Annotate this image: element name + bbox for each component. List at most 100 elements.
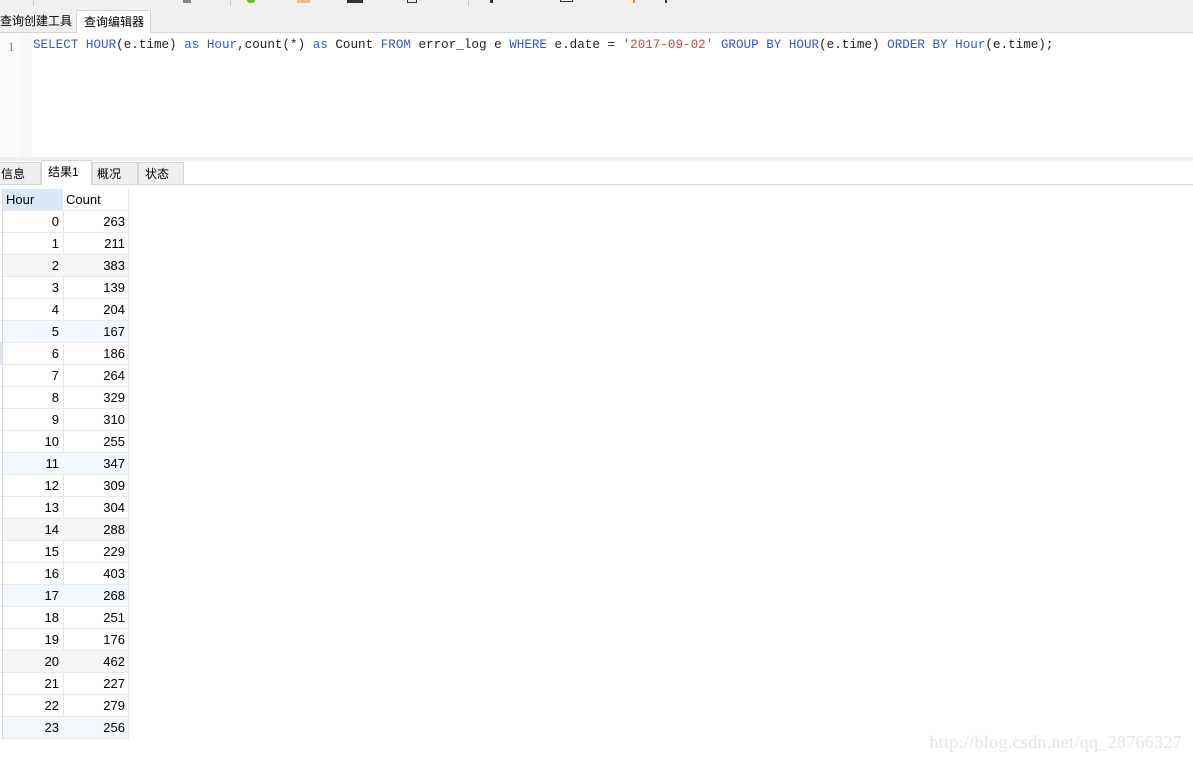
- cell-value: 227: [103, 676, 125, 691]
- cell-value: 23: [44, 720, 59, 735]
- cell-hour[interactable]: 0: [3, 211, 64, 233]
- cell-hour[interactable]: 10: [3, 431, 64, 453]
- toolbar: [0, 0, 1193, 8]
- cell-hour[interactable]: 13: [3, 497, 64, 519]
- cell-count[interactable]: 462: [63, 651, 129, 673]
- cell-count[interactable]: 211: [63, 233, 129, 255]
- cell-count[interactable]: 256: [63, 717, 129, 739]
- cell-hour[interactable]: 2: [3, 255, 64, 277]
- cell-hour[interactable]: 3: [3, 277, 64, 299]
- tab-profile[interactable]: 概况: [92, 162, 138, 184]
- sql-keyword: WHERE: [509, 38, 547, 52]
- column-header-count[interactable]: Count: [63, 189, 129, 211]
- cell-count[interactable]: 268: [63, 585, 129, 607]
- toolbar-separator: [33, 0, 34, 6]
- cell-hour[interactable]: 16: [3, 563, 64, 585]
- cell-value: 139: [103, 280, 125, 295]
- cell-value: 383: [103, 258, 125, 273]
- cell-count[interactable]: 329: [63, 387, 129, 409]
- cell-hour[interactable]: 18: [3, 607, 64, 629]
- sql-keyword: as: [184, 38, 200, 52]
- cell-count[interactable]: 264: [63, 365, 129, 387]
- toolbar-icon[interactable]: [665, 0, 667, 3]
- cell-hour[interactable]: 17: [3, 585, 64, 607]
- cell-hour[interactable]: 1: [3, 233, 64, 255]
- cell-value: 403: [103, 566, 125, 581]
- cell-value: 263: [103, 214, 125, 229]
- cell-hour[interactable]: 8: [3, 387, 64, 409]
- sql-keyword: HOUR: [85, 38, 117, 52]
- cell-count[interactable]: 186: [63, 343, 129, 365]
- tab-query-editor[interactable]: 查询编辑器: [76, 10, 151, 33]
- cell-count[interactable]: 279: [63, 695, 129, 717]
- cell-value: 329: [103, 390, 125, 405]
- cell-value: 462: [103, 654, 125, 669]
- cell-value: 279: [103, 698, 125, 713]
- cell-value: 6: [51, 346, 59, 361]
- cell-value: 18: [44, 610, 59, 625]
- cell-hour[interactable]: 14: [3, 519, 64, 541]
- cell-value: 15: [44, 544, 59, 559]
- tab-status[interactable]: 状态: [138, 162, 184, 184]
- toolbar-icon[interactable]: [490, 0, 493, 3]
- sql-keyword: FROM: [380, 38, 411, 52]
- cell-count[interactable]: 310: [63, 409, 129, 431]
- toolbar-icon[interactable]: [633, 0, 635, 3]
- cell-count[interactable]: 227: [63, 673, 129, 695]
- cell-count[interactable]: 167: [63, 321, 129, 343]
- cell-count[interactable]: 251: [63, 607, 129, 629]
- sql-keyword: Hour: [955, 38, 986, 52]
- cell-value: 1: [51, 236, 59, 251]
- sql-text: ,count(*): [237, 38, 313, 52]
- run-icon[interactable]: [247, 0, 255, 3]
- cell-count[interactable]: 139: [63, 277, 129, 299]
- cell-hour[interactable]: 11: [3, 453, 64, 475]
- cell-value: 268: [103, 588, 125, 603]
- cell-count[interactable]: 309: [63, 475, 129, 497]
- cell-hour[interactable]: 19: [3, 629, 64, 651]
- cell-hour[interactable]: 7: [3, 365, 64, 387]
- cell-count[interactable]: 204: [63, 299, 129, 321]
- cell-count[interactable]: 304: [63, 497, 129, 519]
- tab-info[interactable]: 信息: [0, 162, 41, 184]
- cell-count[interactable]: 263: [63, 211, 129, 233]
- tab-result-1[interactable]: 结果1: [41, 160, 92, 185]
- toolbar-icon[interactable]: [297, 0, 310, 3]
- column-header-hour[interactable]: Hour: [3, 189, 64, 211]
- result-tab-bar: 信息 概况 状态 结果1: [0, 160, 1193, 185]
- cell-count[interactable]: 347: [63, 453, 129, 475]
- cell-hour[interactable]: 6: [3, 343, 64, 365]
- cell-hour[interactable]: 15: [3, 541, 64, 563]
- cell-value: 13: [44, 500, 59, 515]
- tab-query-builder[interactable]: 查询创建工具: [0, 10, 76, 32]
- toolbar-icon[interactable]: [183, 0, 191, 3]
- cell-value: 255: [103, 434, 125, 449]
- cell-count[interactable]: 403: [63, 563, 129, 585]
- cell-hour[interactable]: 21: [3, 673, 64, 695]
- toolbar-icon[interactable]: [347, 0, 363, 3]
- cell-hour[interactable]: 23: [3, 717, 64, 739]
- toolbar-icon[interactable]: [407, 0, 417, 3]
- cell-hour[interactable]: 20: [3, 651, 64, 673]
- sql-keyword: Hour: [206, 38, 238, 52]
- cell-hour[interactable]: 9: [3, 409, 64, 431]
- cell-count[interactable]: 383: [63, 255, 129, 277]
- cell-value: 2: [51, 258, 59, 273]
- sql-editor[interactable]: 1 SELECT HOUR(e.time) as Hour,count(*) a…: [0, 33, 1193, 157]
- cell-hour[interactable]: 22: [3, 695, 64, 717]
- cell-value: 20: [44, 654, 59, 669]
- toolbar-icon[interactable]: [560, 0, 573, 2]
- sql-code-line[interactable]: SELECT HOUR(e.time) as Hour,count(*) as …: [33, 38, 1053, 52]
- cell-hour[interactable]: 5: [3, 321, 64, 343]
- cell-count[interactable]: 229: [63, 541, 129, 563]
- cell-count[interactable]: 288: [63, 519, 129, 541]
- cell-count[interactable]: 255: [63, 431, 129, 453]
- cell-count[interactable]: 176: [63, 629, 129, 651]
- cell-value: 21: [44, 676, 59, 691]
- cell-hour[interactable]: 4: [3, 299, 64, 321]
- cell-hour[interactable]: 12: [3, 475, 64, 497]
- sql-keyword: HOUR: [788, 38, 820, 52]
- cell-value: 251: [103, 610, 125, 625]
